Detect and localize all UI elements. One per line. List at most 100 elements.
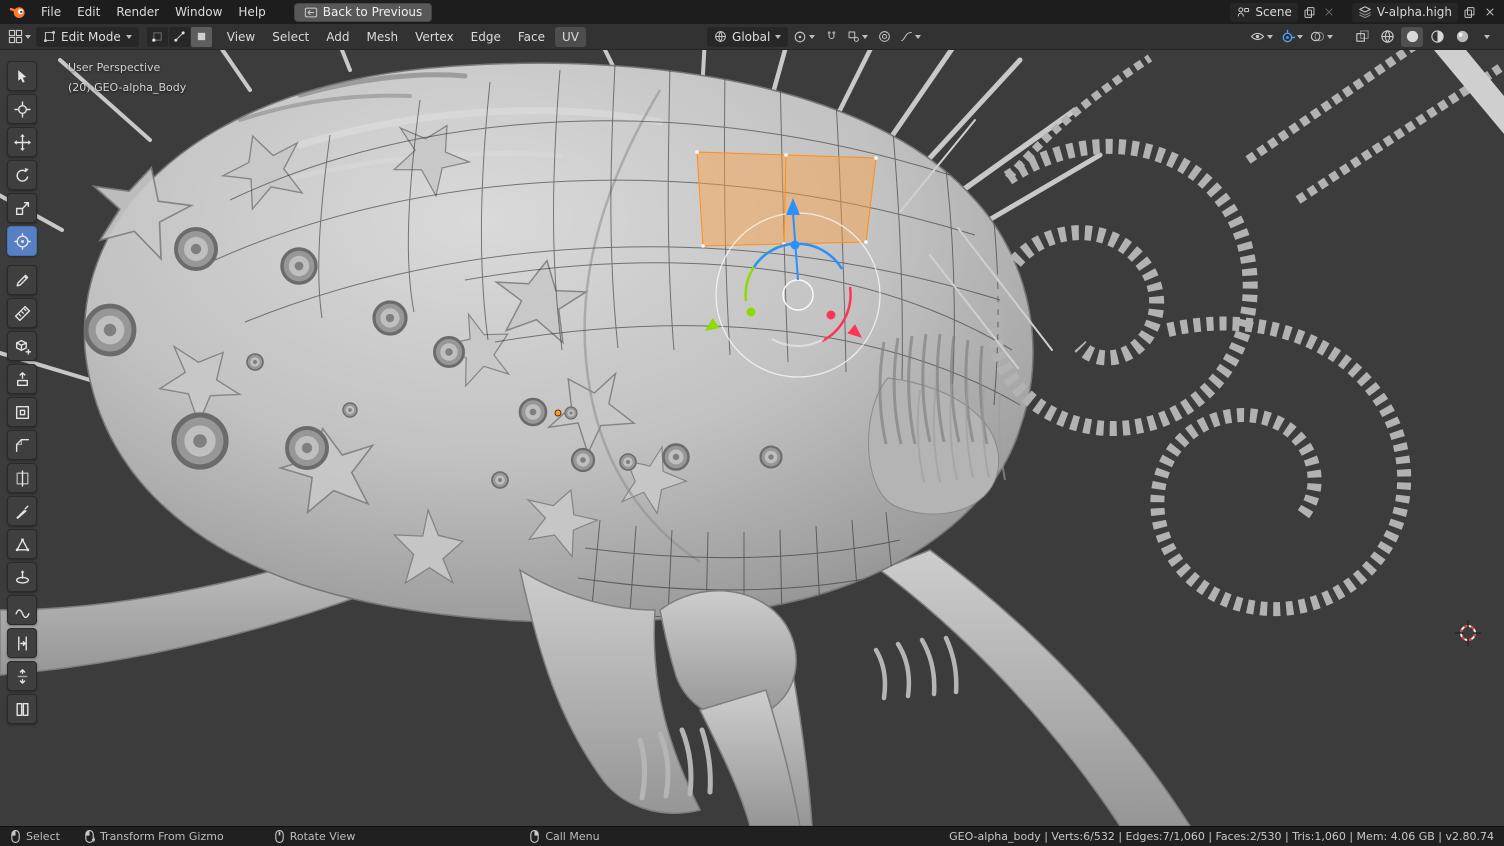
- tool-edge-slide-button[interactable]: [7, 628, 37, 658]
- active-object-label: (20) GEO-alpha_Body: [68, 78, 186, 98]
- tool-rip-region-button[interactable]: [7, 694, 37, 724]
- editor-type-button[interactable]: [6, 27, 33, 47]
- proportional-falloff-button[interactable]: [898, 27, 923, 47]
- menu-uv[interactable]: UV: [555, 27, 586, 47]
- mode-selector-value: Edit Mode: [61, 30, 121, 44]
- scene-unlink-button[interactable]: [1321, 4, 1338, 21]
- scene-new-button[interactable]: [1301, 4, 1318, 21]
- menu-mesh[interactable]: Mesh: [360, 27, 406, 47]
- toolbar: [7, 61, 37, 724]
- menu-edit[interactable]: Edit: [69, 2, 108, 22]
- selected-faces: [695, 150, 878, 248]
- object-visibility-button[interactable]: [1248, 27, 1275, 47]
- scene-statistics: GEO-alpha_body | Verts:6/532 | Edges:7/1…: [949, 830, 1494, 843]
- snap-settings-button[interactable]: [845, 27, 870, 47]
- chevron-down-icon: [809, 35, 815, 39]
- menu-add[interactable]: Add: [319, 27, 356, 47]
- edge-select-button[interactable]: [169, 27, 190, 47]
- shading-material-button[interactable]: [1426, 27, 1448, 47]
- hint-select: Select: [10, 829, 60, 844]
- mouse-left-icon: [10, 829, 21, 844]
- face-select-button[interactable]: [191, 27, 212, 47]
- tool-select-box-button[interactable]: [7, 61, 37, 91]
- cursor-3d-icon: [14, 101, 31, 118]
- duplicate-icon: [1463, 6, 1476, 19]
- shading-wireframe-button[interactable]: [1376, 27, 1398, 47]
- menu-vertex[interactable]: Vertex: [408, 27, 461, 47]
- menu-render[interactable]: Render: [108, 2, 167, 22]
- chevron-down-icon: [775, 35, 781, 39]
- tool-inset-faces-button[interactable]: [7, 397, 37, 427]
- back-icon: [304, 6, 318, 19]
- view-layer-new-button[interactable]: [1461, 4, 1478, 21]
- view-layer-remove-button[interactable]: [1481, 4, 1498, 21]
- chevron-down-icon: [862, 35, 868, 39]
- mode-selector[interactable]: Edit Mode: [36, 27, 139, 47]
- falloff-curve-icon: [900, 30, 913, 43]
- tool-poly-build-button[interactable]: [7, 529, 37, 559]
- tool-smooth-button[interactable]: [7, 595, 37, 625]
- hint-call-menu: Call Menu: [529, 829, 599, 844]
- show-gizmo-button[interactable]: [1278, 27, 1305, 47]
- orientation-selector[interactable]: Global: [707, 27, 788, 47]
- xray-toggle-button[interactable]: [1351, 27, 1373, 47]
- tool-extrude-region-button[interactable]: [7, 364, 37, 394]
- snap-toggle-button[interactable]: [820, 27, 842, 47]
- edit-mode-icon: [43, 30, 56, 43]
- statusbar: Select Transform From Gizmo Rotate View …: [0, 826, 1504, 846]
- add-cube-icon: [14, 338, 31, 355]
- tool-transform-button[interactable]: [7, 226, 37, 256]
- hint-transform-label: Transform From Gizmo: [100, 830, 224, 843]
- tool-cursor-button[interactable]: [7, 94, 37, 124]
- view-layer-selector[interactable]: V-alpha.high: [1352, 3, 1458, 22]
- tool-loop-cut-button[interactable]: [7, 463, 37, 493]
- shading-solid-button[interactable]: [1401, 27, 1423, 47]
- tool-rotate-button[interactable]: [7, 160, 37, 190]
- extrude-region-icon: [14, 371, 31, 388]
- tool-bevel-button[interactable]: [7, 430, 37, 460]
- menu-view[interactable]: View: [220, 27, 262, 47]
- menu-select[interactable]: Select: [265, 27, 316, 47]
- chevron-down-icon: [1267, 35, 1273, 39]
- pivot-point-button[interactable]: [791, 27, 817, 47]
- scene-selector[interactable]: Scene: [1230, 3, 1298, 22]
- edge-slide-icon: [14, 635, 31, 652]
- chevron-down-icon: [25, 35, 31, 39]
- gizmo-icon: [1280, 29, 1295, 44]
- show-overlays-button[interactable]: [1308, 27, 1335, 47]
- menu-window[interactable]: Window: [167, 2, 230, 22]
- tool-add-cube-button[interactable]: [7, 331, 37, 361]
- tool-measure-button[interactable]: [7, 298, 37, 328]
- menu-edge[interactable]: Edge: [464, 27, 508, 47]
- chevron-down-icon: [1327, 35, 1333, 39]
- vertex-select-button[interactable]: [147, 27, 168, 47]
- shading-rendered-button[interactable]: [1451, 27, 1473, 47]
- menu-help[interactable]: Help: [230, 2, 273, 22]
- tool-knife-button[interactable]: [7, 496, 37, 526]
- face-select-icon: [195, 30, 208, 43]
- gizmo-move-x[interactable]: [827, 311, 836, 320]
- close-icon: [1323, 6, 1335, 18]
- gizmo-move-y[interactable]: [747, 308, 756, 317]
- menu-file[interactable]: File: [33, 2, 69, 22]
- tool-spin-button[interactable]: [7, 562, 37, 592]
- rendered-sphere-icon: [1455, 29, 1470, 44]
- viewport-canvas[interactable]: [0, 50, 1504, 826]
- blender-logo-icon[interactable]: [8, 2, 28, 22]
- menu-face[interactable]: Face: [511, 27, 552, 47]
- material-sphere-icon: [1430, 29, 1445, 44]
- tool-shrink-fatten-button[interactable]: [7, 661, 37, 691]
- tool-scale-button[interactable]: [7, 193, 37, 223]
- blender-window: File Edit Render Window Help Back to Pre…: [0, 0, 1504, 846]
- close-icon: [1484, 6, 1496, 18]
- back-to-previous-button[interactable]: Back to Previous: [294, 3, 433, 22]
- smooth-icon: [14, 602, 31, 619]
- hint-transform-gizmo: Transform From Gizmo: [84, 829, 224, 844]
- proportional-editing-button[interactable]: [873, 27, 895, 47]
- viewport-header-right: [1248, 27, 1498, 47]
- snap-target-icon: [847, 30, 860, 43]
- shading-options-button[interactable]: [1476, 27, 1498, 47]
- editor-3d-viewport-icon: [8, 29, 23, 44]
- tool-annotate-button[interactable]: [7, 265, 37, 295]
- tool-move-button[interactable]: [7, 127, 37, 157]
